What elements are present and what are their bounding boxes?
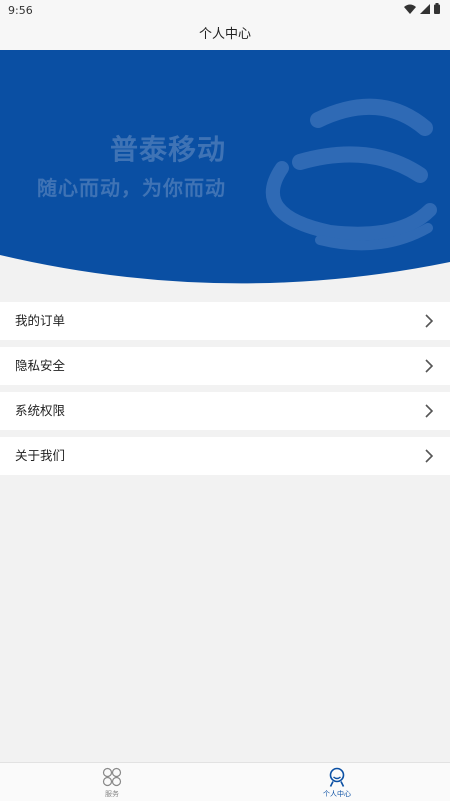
chevron-right-icon <box>425 314 434 328</box>
menu-item-label: 关于我们 <box>15 448 66 463</box>
person-icon <box>329 767 345 787</box>
menu-item-label: 隐私安全 <box>15 358 66 373</box>
chevron-right-icon <box>425 449 434 463</box>
banner-slogan-subtitle: 随心而动，为你而动 <box>37 176 226 200</box>
chevron-right-icon <box>425 404 434 418</box>
banner-slogan-title: 普泰移动 <box>110 133 227 166</box>
tab-label: 服务 <box>105 790 119 798</box>
bottom-tab-bar: 服务 个人中心 <box>0 762 450 801</box>
menu-item-system-permissions[interactable]: 系统权限 <box>0 392 450 430</box>
page-title: 个人中心 <box>0 20 450 50</box>
tab-services[interactable]: 服务 <box>72 763 152 801</box>
apps-icon <box>102 767 122 787</box>
menu-item-about-us[interactable]: 关于我们 <box>0 437 450 475</box>
menu-item-privacy-security[interactable]: 隐私安全 <box>0 347 450 385</box>
status-bar: 9:56 <box>0 0 450 20</box>
status-icons <box>404 3 440 14</box>
wifi-icon <box>404 4 416 14</box>
tab-label: 个人中心 <box>323 790 351 798</box>
battery-icon <box>434 3 440 14</box>
chevron-right-icon <box>425 359 434 373</box>
signal-icon <box>420 3 430 14</box>
banner-background <box>0 50 450 284</box>
banner <box>0 50 450 290</box>
tab-profile[interactable]: 个人中心 <box>297 763 377 801</box>
menu-item-my-orders[interactable]: 我的订单 <box>0 302 450 340</box>
menu-list: 我的订单 隐私安全 系统权限 关于我们 <box>0 302 450 482</box>
menu-item-label: 我的订单 <box>15 313 66 328</box>
menu-item-label: 系统权限 <box>15 403 66 418</box>
status-time: 9:56 <box>8 4 33 17</box>
